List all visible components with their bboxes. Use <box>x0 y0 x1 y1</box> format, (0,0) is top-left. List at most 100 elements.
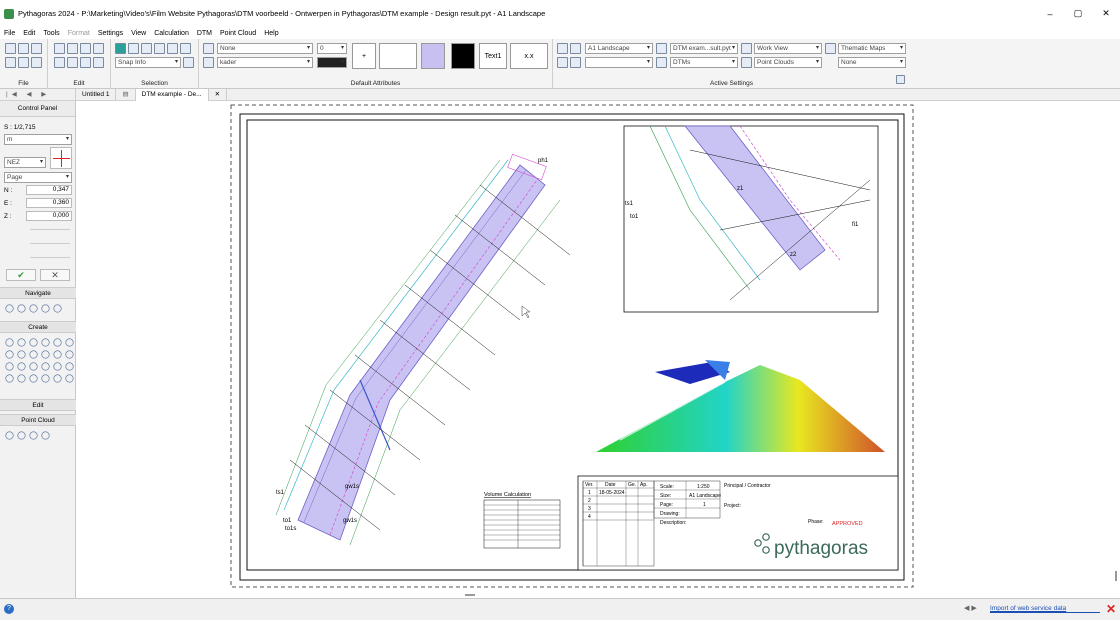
select-all-icon[interactable] <box>115 43 126 54</box>
label-tool-icon[interactable] <box>17 374 26 383</box>
edit-section[interactable]: Edit <box>0 399 76 411</box>
text-color-swatch[interactable] <box>451 43 475 69</box>
zoom-extent-tool-icon[interactable] <box>53 304 62 313</box>
number-format-sample[interactable]: x.x <box>510 43 548 69</box>
snap-settings-icon[interactable] <box>183 57 194 68</box>
fill-color-swatch[interactable] <box>421 43 445 69</box>
view-icon[interactable] <box>741 43 752 54</box>
tag-tool-icon[interactable] <box>65 362 74 371</box>
splitter-handle[interactable] <box>465 594 475 596</box>
polyline-tool-icon[interactable] <box>29 338 38 347</box>
text-style-icon[interactable] <box>203 43 214 54</box>
menu-point-cloud[interactable]: Point Cloud <box>220 30 256 37</box>
dimension-tool-icon[interactable] <box>41 374 50 383</box>
pc-mesh-icon[interactable] <box>41 431 50 440</box>
slope-tool-icon[interactable] <box>53 374 62 383</box>
break-tool-icon[interactable] <box>29 362 38 371</box>
zoom-in-tool-icon[interactable] <box>17 304 26 313</box>
link-tool-icon[interactable] <box>53 362 62 371</box>
menu-help[interactable]: Help <box>264 30 278 37</box>
dtm-dropdown[interactable]: DTM exam...sult.pyt <box>670 43 738 54</box>
select-polygon-icon[interactable] <box>141 43 152 54</box>
arc-tool-icon[interactable] <box>41 338 50 347</box>
line-color-dropdown[interactable] <box>317 57 347 68</box>
text-style-sample[interactable]: Text1 <box>479 43 507 69</box>
print-preview-icon[interactable] <box>18 57 29 68</box>
spiral-tool-icon[interactable] <box>29 350 38 359</box>
menu-format[interactable]: Format <box>68 30 90 37</box>
layout-dropdown[interactable]: A1 Landscape <box>585 43 653 54</box>
dtm-icon[interactable] <box>656 43 667 54</box>
pc-classify-icon[interactable] <box>29 431 38 440</box>
layer-dropdown[interactable]: kader <box>217 57 313 68</box>
angle-tool-icon[interactable] <box>5 350 14 359</box>
cut-tool-icon[interactable] <box>41 362 50 371</box>
e-coordinate-field[interactable]: 0,360 <box>26 198 72 208</box>
tab-close-icon[interactable]: ✕ <box>209 88 228 101</box>
restore-button[interactable]: ▢ <box>1064 0 1092 27</box>
layout-icon[interactable] <box>570 43 581 54</box>
measure-tool-icon[interactable] <box>29 374 38 383</box>
coordinate-system-icon[interactable] <box>557 57 568 68</box>
layer-icon[interactable] <box>203 57 214 68</box>
menu-settings[interactable]: Settings <box>98 30 123 37</box>
thematic-maps-icon[interactable] <box>825 43 836 54</box>
close-button[interactable]: ✕ <box>1092 0 1120 27</box>
import-web-service-link[interactable]: Import of web service data <box>990 605 1100 613</box>
status-close-icon[interactable]: ✕ <box>1106 602 1116 616</box>
redo-icon[interactable] <box>67 43 78 54</box>
tab-untitled-1[interactable]: Untitled 1 <box>76 88 117 101</box>
find-icon[interactable] <box>80 43 91 54</box>
pc-filter-icon[interactable] <box>17 431 26 440</box>
thematic-none-dropdown[interactable]: None <box>838 57 906 68</box>
view-dropdown[interactable]: Work View <box>754 43 822 54</box>
select-layer-icon[interactable] <box>154 43 165 54</box>
point-cloud-section[interactable]: Point Cloud <box>0 414 76 426</box>
paste-special-icon[interactable] <box>80 57 91 68</box>
print-icon[interactable] <box>5 57 16 68</box>
add-attribute-button[interactable]: + <box>352 43 376 69</box>
tab-dtm-example[interactable]: DTM example - De... <box>135 88 209 101</box>
offset-tool-icon[interactable] <box>5 362 14 371</box>
dtms-dropdown[interactable]: DTMs <box>670 57 738 68</box>
confirm-icon[interactable]: ✔ <box>6 269 36 281</box>
select-window-icon[interactable] <box>128 43 139 54</box>
coord-system-dropdown[interactable]: NEZ <box>4 157 46 168</box>
snap-dropdown[interactable]: Snap Info <box>115 57 181 68</box>
undo-icon[interactable] <box>54 43 65 54</box>
select-previous-icon[interactable] <box>167 43 178 54</box>
save-as-icon[interactable] <box>31 57 42 68</box>
line-width-dropdown[interactable]: 0 <box>317 43 347 54</box>
page-dropdown[interactable]: Page <box>4 172 72 183</box>
text-tool-icon[interactable] <box>5 374 14 383</box>
dtms-icon[interactable] <box>656 57 667 68</box>
select-next-icon[interactable] <box>180 43 191 54</box>
navigate-section[interactable]: Navigate <box>0 287 76 299</box>
save-icon[interactable] <box>31 43 42 54</box>
arc3-tool-icon[interactable] <box>41 350 50 359</box>
line-style-dropdown[interactable]: None <box>217 43 313 54</box>
vertical-scroll-handle[interactable] <box>1115 571 1117 581</box>
line-tool-icon[interactable] <box>17 338 26 347</box>
symbol-tool-icon[interactable] <box>17 362 26 371</box>
ring-tool-icon[interactable] <box>65 350 74 359</box>
curve-tool-icon[interactable] <box>53 338 62 347</box>
profile-tool-icon[interactable] <box>65 374 74 383</box>
ellipse-tool-icon[interactable] <box>53 350 62 359</box>
pointer-tool-icon[interactable] <box>5 304 14 313</box>
status-nav-arrows[interactable]: ◀ ▶ <box>964 604 977 612</box>
point-clouds-dropdown[interactable]: Point Clouds <box>754 57 822 68</box>
bezier-tool-icon[interactable] <box>17 350 26 359</box>
globe-icon[interactable] <box>557 43 568 54</box>
crosshair-icon[interactable] <box>50 147 72 169</box>
tab-list-icon[interactable]: ▤ <box>116 88 136 101</box>
pattern-swatch[interactable] <box>379 43 417 69</box>
format-painter-icon[interactable] <box>93 57 104 68</box>
pc-import-icon[interactable] <box>5 431 14 440</box>
tab-navigation[interactable]: |◀ ◀ ▶ ▶| <box>0 88 76 110</box>
circle-tool-icon[interactable] <box>65 338 74 347</box>
unit-dropdown[interactable]: m <box>4 134 72 145</box>
point-tool-icon[interactable] <box>5 338 14 347</box>
new-file-icon[interactable] <box>5 43 16 54</box>
help-icon[interactable]: ? <box>4 604 14 614</box>
